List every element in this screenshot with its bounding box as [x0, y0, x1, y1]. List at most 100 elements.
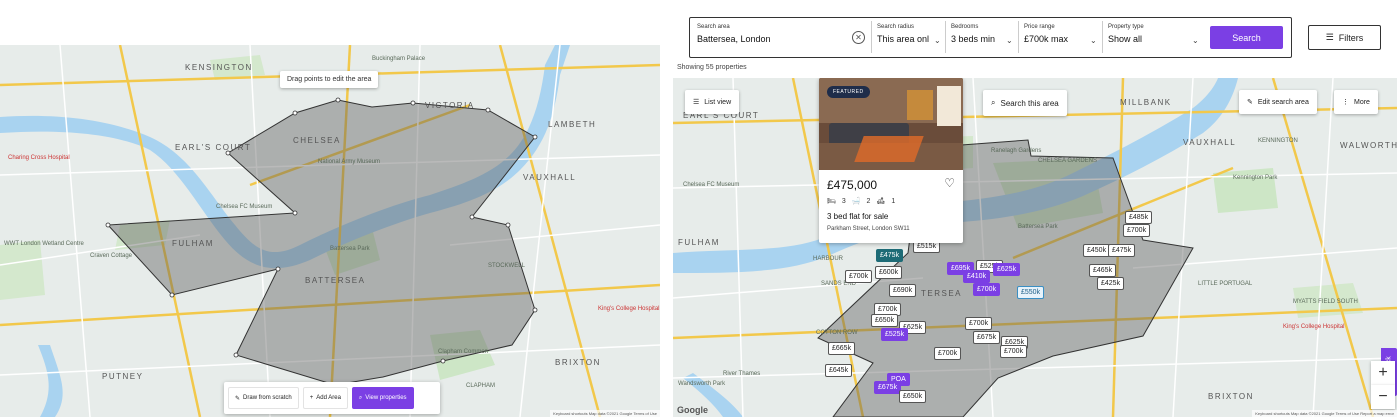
chevron-down-icon: ⌄: [1090, 36, 1097, 45]
price-pin[interactable]: £690k: [889, 284, 917, 297]
price-range-field[interactable]: Price range £700k max: [1024, 24, 1068, 44]
price-pin[interactable]: £550k: [1017, 286, 1045, 299]
label-stockwell: STOCKWELL: [488, 263, 526, 269]
draw-toolbar: ✎ Draw from scratch + Add Area ⌕ View pr…: [224, 382, 440, 414]
draw-from-scratch-button[interactable]: ✎ Draw from scratch: [228, 387, 299, 409]
featured-badge: FEATURED: [827, 86, 870, 98]
add-area-button[interactable]: + Add Area: [302, 387, 348, 409]
price-pin[interactable]: £600k: [875, 266, 903, 279]
price-pin[interactable]: £700k: [934, 347, 962, 360]
price-pin[interactable]: £625k: [993, 263, 1021, 276]
price-pin[interactable]: £465k: [1089, 264, 1117, 277]
property-photo[interactable]: FEATURED: [819, 78, 963, 170]
poi-kings-college: King's College Hospital: [1283, 324, 1345, 330]
results-count: Showing 55 properties: [677, 64, 747, 71]
price-pin[interactable]: £650k: [871, 314, 899, 327]
poi-kennington-park: Kennington Park: [1233, 175, 1278, 181]
label-harbour: HARBOUR: [813, 256, 844, 262]
poi-wwt: WWT London Wetland Centre: [4, 241, 84, 247]
price-range-value: £700k max: [1024, 34, 1069, 44]
property-type-field[interactable]: Property type Show all: [1108, 24, 1144, 44]
label-battersea: BATTERSEA: [305, 276, 365, 285]
poi-battersea-park: Battersea Park: [330, 246, 371, 252]
chevron-down-icon: ⌄: [1192, 36, 1199, 45]
poi-craven-cottage: Craven Cottage: [90, 253, 133, 259]
search-icon: ⌕: [358, 394, 363, 401]
draw-area-map[interactable]: KENSINGTON EARL'S COURT CHELSEA FULHAM B…: [0, 45, 660, 417]
price-pin[interactable]: £425k: [1097, 277, 1125, 290]
zoom-out-button[interactable]: −: [1371, 385, 1395, 409]
baths-count: 2: [866, 197, 871, 205]
view-properties-button[interactable]: ⌕ View properties: [351, 387, 414, 409]
search-bar: Search area Battersea, London ✕ Search r…: [689, 17, 1292, 58]
price-pin[interactable]: £700k: [845, 270, 873, 283]
price-pin[interactable]: £450k: [1083, 244, 1111, 257]
pencil-icon: ✎: [235, 395, 241, 402]
bedrooms-field[interactable]: Bedrooms 3 beds min: [951, 24, 995, 44]
property-address: Parkham Street, London SW11: [827, 226, 910, 232]
label-walworth: WALWORTH: [1340, 141, 1397, 150]
bedrooms-value: 3 beds min: [951, 34, 996, 44]
view-properties-label: View properties: [365, 395, 407, 401]
price-pin[interactable]: £675k: [874, 381, 902, 394]
search-button[interactable]: Search: [1210, 26, 1283, 49]
price-pin[interactable]: £650k: [899, 390, 927, 403]
price-pin[interactable]: £700k: [1000, 345, 1028, 358]
receptions-count: 1: [891, 197, 896, 205]
chevron-down-icon: ⌄: [934, 36, 941, 45]
results-map[interactable]: EARL'S COURT FULHAM TERSEA MILLBANK VAUX…: [673, 78, 1397, 417]
search-radius-field[interactable]: Search radius This area onl: [877, 24, 929, 44]
search-area-value[interactable]: Battersea, London: [697, 34, 857, 44]
search-radius-caption: Search radius: [877, 24, 915, 30]
price-pin[interactable]: £700k: [1123, 224, 1151, 237]
property-price: £475,000: [827, 178, 878, 192]
price-pin[interactable]: £475k: [1108, 244, 1136, 257]
price-pin[interactable]: £475k: [876, 249, 904, 262]
price-pin[interactable]: £410k: [963, 270, 991, 283]
search-this-area-label: Search this area: [1000, 98, 1059, 108]
more-button[interactable]: ⋮ More: [1334, 90, 1378, 114]
search-area-field[interactable]: Search area Battersea, London: [697, 24, 857, 44]
zoom-in-button[interactable]: +: [1371, 361, 1395, 385]
price-pin[interactable]: £645k: [825, 364, 853, 377]
label-brixton: BRIXTON: [555, 358, 601, 367]
label-brixton: BRIXTON: [1208, 392, 1254, 401]
field-divider: [871, 21, 872, 53]
filters-button[interactable]: ☰ Filters: [1308, 25, 1381, 50]
list-icon: ☰: [693, 99, 700, 106]
poi-chelsea-fc: Chelsea FC Museum: [216, 204, 272, 210]
price-pin[interactable]: £665k: [828, 342, 856, 355]
label-fulham: FULHAM: [678, 238, 720, 247]
clear-search-icon[interactable]: ✕: [852, 31, 865, 44]
sofa-icon: 🛋: [876, 198, 886, 205]
label-victoria: VICTORIA: [425, 101, 475, 110]
label-kennington: KENNINGTON: [1258, 138, 1298, 144]
more-label: More: [1354, 98, 1370, 106]
poi-wandsworth: Wandsworth Park: [678, 381, 726, 387]
label-little-portugal: LITTLE PORTUGAL: [1198, 281, 1253, 287]
draw-from-scratch-label: Draw from scratch: [243, 395, 292, 401]
heart-icon[interactable]: ♡: [944, 176, 955, 190]
featured-property-card[interactable]: FEATURED £475,000 ♡ 🛏 3 🛁 2 🛋 1 3 bed fl…: [819, 78, 963, 243]
label-putney: PUTNEY: [102, 372, 143, 381]
price-pin[interactable]: £485k: [1125, 211, 1153, 224]
edit-area-tooltip: Drag points to edit the area: [280, 71, 379, 88]
price-pin[interactable]: £525k: [881, 328, 909, 341]
field-divider: [1018, 21, 1019, 53]
price-pin[interactable]: £700k: [965, 317, 993, 330]
chevron-down-icon: ⌄: [1006, 36, 1013, 45]
add-area-label: Add Area: [316, 395, 341, 401]
pencil-icon: ✎: [1247, 99, 1253, 106]
price-pin[interactable]: £675k: [973, 331, 1001, 344]
edit-search-area-button[interactable]: ✎ Edit search area: [1239, 90, 1317, 114]
filters-label: Filters: [1338, 32, 1364, 43]
price-range-caption: Price range: [1024, 24, 1055, 30]
label-chelsea-gardens: CHELSEA GARDENS: [1038, 158, 1097, 164]
left-map-canvas: KENSINGTON EARL'S COURT CHELSEA FULHAM B…: [0, 45, 660, 417]
field-divider: [1102, 21, 1103, 53]
list-view-button[interactable]: ☰ List view: [685, 90, 740, 114]
poi-battersea-park: Battersea Park: [1018, 224, 1059, 230]
search-this-area-button[interactable]: ⌕ Search this area: [983, 90, 1067, 116]
bath-icon: 🛁: [851, 198, 861, 205]
price-pin[interactable]: £700k: [973, 283, 1001, 296]
